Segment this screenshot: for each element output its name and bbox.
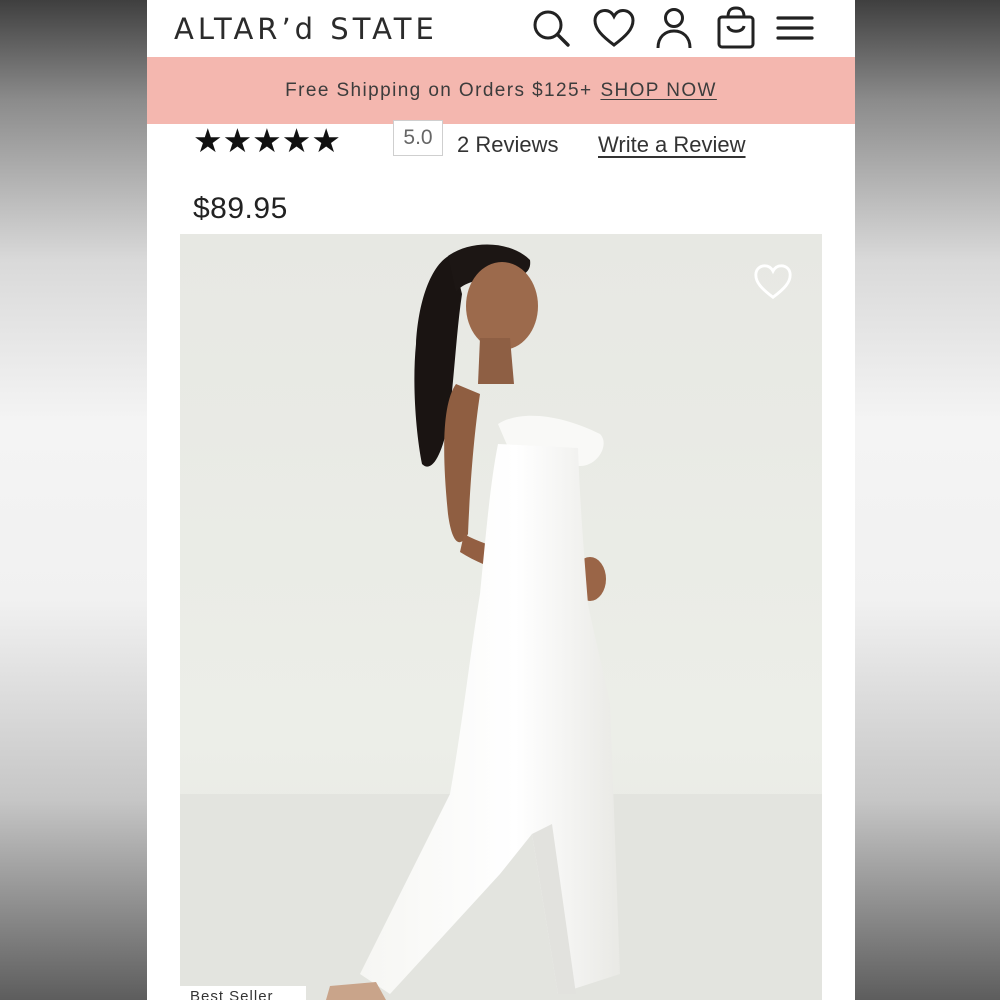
favorite-heart-icon[interactable] <box>752 262 794 304</box>
background-right <box>855 0 1000 1000</box>
heart-icon[interactable] <box>592 6 636 50</box>
write-review-link[interactable]: Write a Review <box>598 132 746 158</box>
reviews-count-link[interactable]: 2 Reviews <box>457 132 558 158</box>
best-seller-badge: Best Seller <box>180 986 306 1000</box>
promo-text: Free Shipping on Orders $125+ <box>285 79 593 101</box>
model-photo-illustration <box>180 234 822 1000</box>
search-icon[interactable] <box>529 6 573 50</box>
star-rating: ★★★★★ <box>193 122 341 159</box>
rating-score: 5.0 <box>393 120 443 156</box>
background-left <box>0 0 147 1000</box>
shop-now-link[interactable]: SHOP NOW <box>600 80 716 102</box>
account-icon[interactable] <box>652 6 696 50</box>
phone-screen: ALTAR’d STATE Free Shipping on Orders $1… <box>147 0 855 1000</box>
product-image[interactable]: Best Seller <box>180 234 822 1000</box>
site-header: ALTAR’d STATE <box>147 0 855 57</box>
promo-banner: Free Shipping on Orders $125+ SHOP NOW <box>147 57 855 124</box>
menu-icon[interactable] <box>773 6 817 50</box>
brand-logo[interactable]: ALTAR’d STATE <box>174 12 438 46</box>
bag-icon[interactable] <box>714 6 758 50</box>
product-price: $89.95 <box>193 192 288 225</box>
rating-row: ★★★★★ 5.0 2 Reviews Write a Review <box>193 120 813 162</box>
